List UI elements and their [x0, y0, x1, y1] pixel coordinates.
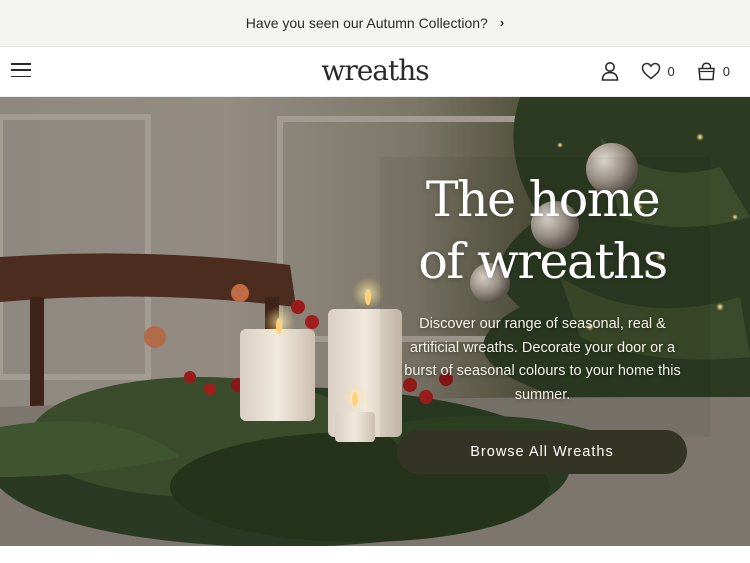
- hero-title-line-1: The home: [425, 171, 661, 228]
- hero-title-line-2: of wreaths: [418, 233, 668, 290]
- chevron-right-icon: ›: [499, 14, 505, 30]
- user-icon: [601, 62, 618, 81]
- wishlist-count: 0: [667, 63, 675, 79]
- hero-content: The home of wreaths Discover our range o…: [395, 169, 690, 407]
- page-content-start: [0, 546, 750, 563]
- hero-subtitle: Discover our range of seasonal, real & a…: [404, 316, 681, 403]
- hero-banner: The home of wreaths Discover our range o…: [0, 97, 750, 546]
- header-actions: 0 0: [601, 61, 730, 81]
- account-button[interactable]: [601, 61, 619, 81]
- bag-icon: [697, 61, 715, 80]
- announcement-bar[interactable]: Have you seen our Autumn Collection? ›: [0, 0, 750, 47]
- wishlist-button[interactable]: 0: [641, 62, 675, 80]
- announcement-text: Have you seen our Autumn Collection?: [245, 15, 488, 31]
- cart-button[interactable]: 0: [697, 61, 730, 81]
- hero-title: The home of wreaths: [395, 169, 690, 293]
- heart-icon: [641, 62, 660, 80]
- site-header: wreaths 0 0: [0, 47, 750, 97]
- cart-count: 0: [722, 63, 730, 79]
- browse-wreaths-button[interactable]: Browse All Wreaths: [397, 430, 687, 474]
